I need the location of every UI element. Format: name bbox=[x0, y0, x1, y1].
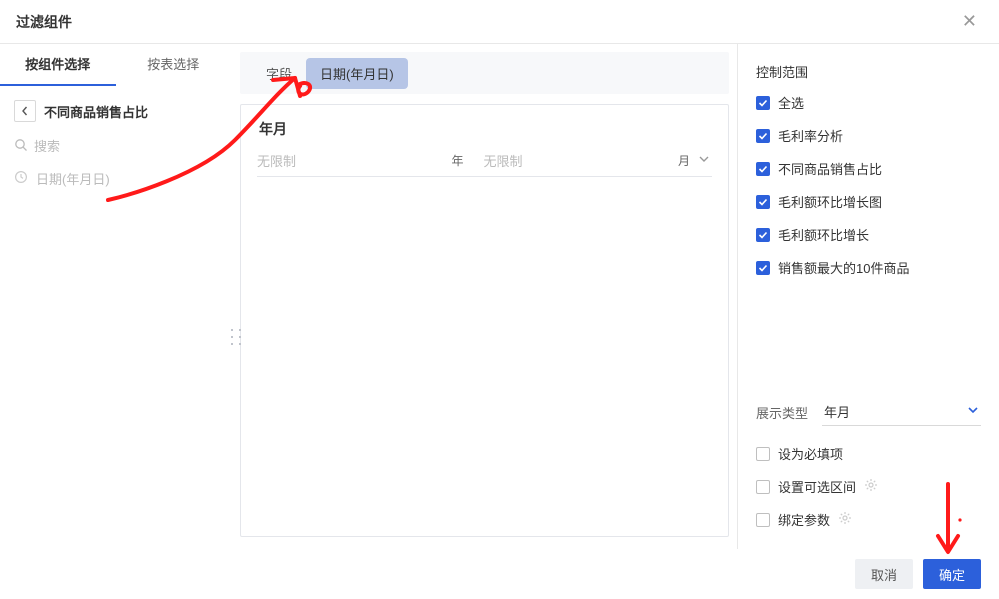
dialog-body: 按组件选择 按表选择 不同商品销售占比 bbox=[0, 44, 999, 549]
scope-item[interactable]: 毛利额环比增长 bbox=[756, 225, 981, 244]
option-label: 绑定参数 bbox=[778, 510, 830, 529]
back-button[interactable] bbox=[14, 100, 36, 122]
right-lower: 展示类型 年月 设为必填项设置可选区间绑定参数 bbox=[756, 398, 981, 537]
tab-by-component[interactable]: 按组件选择 bbox=[0, 44, 116, 86]
month-select[interactable]: 无限制 bbox=[484, 151, 678, 170]
scope-title: 控制范围 bbox=[756, 62, 981, 81]
checkbox bbox=[756, 195, 770, 209]
field-item-label: 日期(年月日) bbox=[36, 169, 110, 188]
gear-icon[interactable] bbox=[838, 511, 852, 528]
checkbox bbox=[756, 162, 770, 176]
tab-by-table[interactable]: 按表选择 bbox=[116, 44, 232, 86]
option-list: 设为必填项设置可选区间绑定参数 bbox=[756, 444, 981, 529]
mid-panel: 字段 日期(年月日) 年月 无限制 年 无限制 月 bbox=[232, 44, 737, 549]
right-panel: 控制范围 全选毛利率分析不同商品销售占比毛利额环比增长图毛利额环比增长销售额最大… bbox=[737, 44, 999, 549]
checkbox bbox=[756, 96, 770, 110]
scope-item[interactable]: 销售额最大的10件商品 bbox=[756, 258, 981, 277]
scope-item-label: 销售额最大的10件商品 bbox=[778, 258, 909, 277]
checkbox bbox=[756, 129, 770, 143]
display-type-select[interactable]: 年月 bbox=[822, 398, 981, 426]
scope-item-label: 毛利额环比增长 bbox=[778, 225, 869, 244]
filter-dialog: 过滤组件 ✕ 按组件选择 按表选择 不同商品销售占比 bbox=[0, 0, 999, 599]
scope-item[interactable]: 毛利率分析 bbox=[756, 126, 981, 145]
tab-date[interactable]: 日期(年月日) bbox=[306, 58, 408, 89]
checkbox bbox=[756, 228, 770, 242]
scope-item-label: 毛利额环比增长图 bbox=[778, 192, 882, 211]
checkbox bbox=[756, 447, 770, 461]
dialog-footer: 取消 确定 bbox=[0, 549, 999, 599]
cancel-button[interactable]: 取消 bbox=[855, 559, 913, 589]
pane-title-row: 不同商品销售占比 bbox=[0, 86, 231, 132]
display-type-value: 年月 bbox=[824, 402, 850, 421]
checkbox bbox=[756, 513, 770, 527]
chevron-left-icon bbox=[20, 104, 30, 119]
checkbox bbox=[756, 261, 770, 275]
option-row[interactable]: 设置可选区间 bbox=[756, 477, 981, 496]
dialog-header: 过滤组件 ✕ bbox=[0, 0, 999, 44]
month-cell: 无限制 月 bbox=[484, 151, 691, 170]
option-label: 设为必填项 bbox=[778, 444, 843, 463]
option-row[interactable]: 设为必填项 bbox=[756, 444, 981, 463]
search-row bbox=[0, 132, 231, 161]
year-month-title: 年月 bbox=[257, 119, 712, 139]
search-input[interactable] bbox=[34, 139, 217, 154]
option-label: 设置可选区间 bbox=[778, 477, 856, 496]
chevron-down-icon bbox=[698, 153, 710, 168]
tab-field[interactable]: 字段 bbox=[252, 58, 306, 89]
year-month-row: 无限制 年 无限制 月 bbox=[257, 151, 712, 177]
confirm-button[interactable]: 确定 bbox=[923, 559, 981, 589]
year-cell: 无限制 年 bbox=[257, 151, 464, 170]
close-button[interactable]: ✕ bbox=[956, 9, 983, 34]
mid-content: 年月 无限制 年 无限制 月 bbox=[240, 104, 729, 537]
dialog-title: 过滤组件 bbox=[16, 12, 72, 32]
option-row[interactable]: 绑定参数 bbox=[756, 510, 981, 529]
mid-tabs: 字段 日期(年月日) bbox=[240, 52, 729, 94]
scope-item-label: 不同商品销售占比 bbox=[778, 159, 882, 178]
checkbox bbox=[756, 480, 770, 494]
scope-checkbox-list: 全选毛利率分析不同商品销售占比毛利额环比增长图毛利额环比增长销售额最大的10件商… bbox=[756, 93, 981, 277]
scope-item[interactable]: 毛利额环比增长图 bbox=[756, 192, 981, 211]
scope-item[interactable]: 不同商品销售占比 bbox=[756, 159, 981, 178]
search-icon bbox=[14, 138, 28, 155]
pane-name: 不同商品销售占比 bbox=[44, 102, 148, 121]
month-dropdown-caret[interactable] bbox=[696, 153, 712, 168]
clock-icon bbox=[14, 170, 28, 187]
chevron-down-icon bbox=[967, 404, 979, 419]
display-type-row: 展示类型 年月 bbox=[756, 398, 981, 426]
panel-resize-handle[interactable] bbox=[231, 329, 241, 345]
gear-icon[interactable] bbox=[864, 478, 878, 495]
month-unit: 月 bbox=[678, 152, 690, 169]
left-tabs: 按组件选择 按表选择 bbox=[0, 44, 231, 86]
year-select[interactable]: 无限制 bbox=[257, 151, 451, 170]
year-unit: 年 bbox=[451, 152, 463, 169]
scope-item-label: 全选 bbox=[778, 93, 804, 112]
display-type-label: 展示类型 bbox=[756, 403, 808, 422]
scope-item-label: 毛利率分析 bbox=[778, 126, 843, 145]
left-panel: 按组件选择 按表选择 不同商品销售占比 bbox=[0, 44, 232, 549]
scope-item[interactable]: 全选 bbox=[756, 93, 981, 112]
close-icon: ✕ bbox=[962, 11, 977, 31]
field-item-date[interactable]: 日期(年月日) bbox=[0, 161, 231, 196]
